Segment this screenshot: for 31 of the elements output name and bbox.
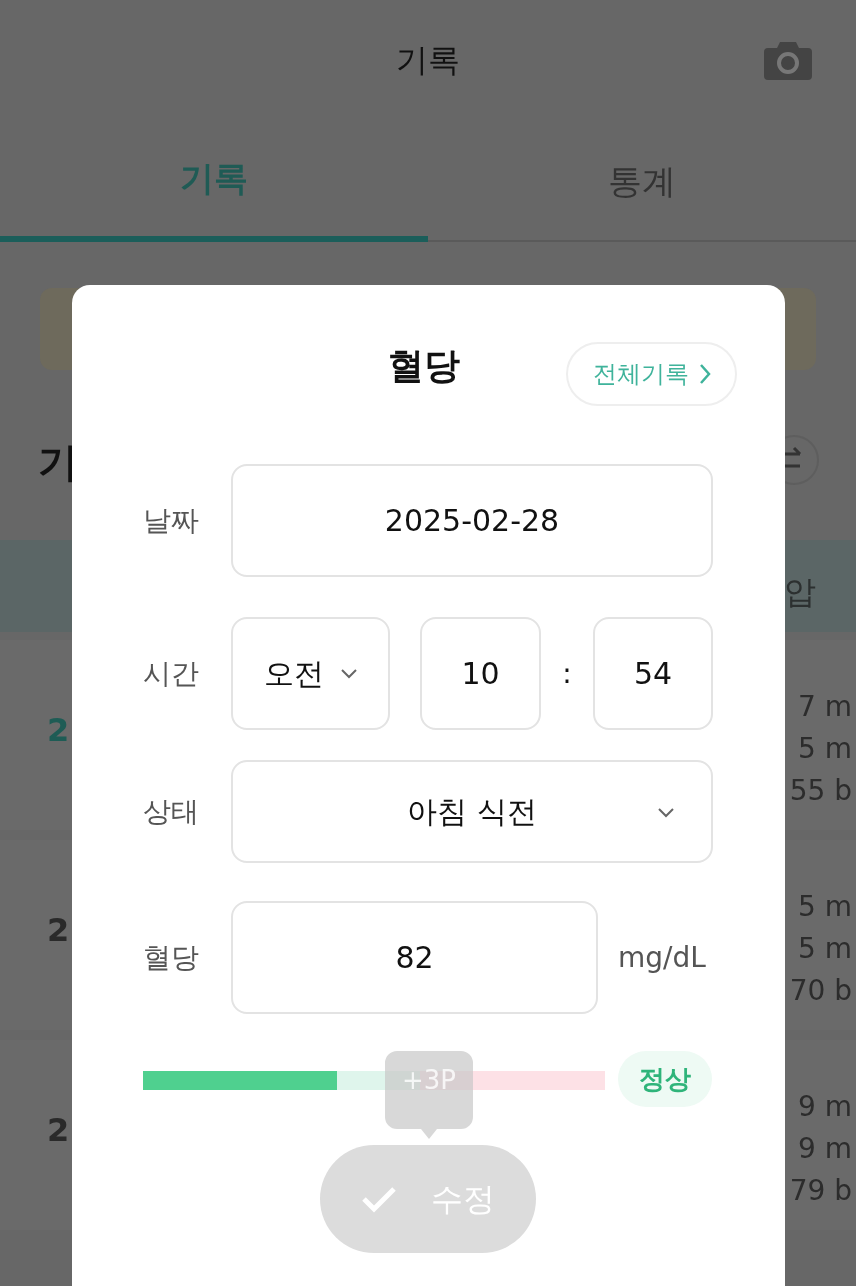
period-dropdown[interactable]: 오전 bbox=[231, 617, 390, 730]
check-icon bbox=[361, 1185, 397, 1213]
dialog-title: 혈당 bbox=[388, 344, 460, 388]
row-date: 2 bbox=[47, 710, 70, 751]
row-value: 9 m bbox=[798, 1089, 852, 1125]
field-label: 상태 bbox=[143, 793, 200, 830]
hour-field[interactable]: 10 bbox=[420, 617, 541, 730]
time-separator: : bbox=[561, 655, 573, 692]
row-value: 7 m bbox=[798, 689, 852, 725]
minute-field[interactable]: 54 bbox=[593, 617, 713, 730]
row-value: 5 m bbox=[798, 889, 852, 925]
field-label: 혈당 bbox=[143, 939, 200, 976]
row-value: 79 b bbox=[789, 1173, 852, 1209]
chevron-right-icon bbox=[698, 363, 711, 385]
row-value: 5 m bbox=[798, 731, 852, 767]
field-label: 시간 bbox=[143, 655, 200, 692]
app-title: 기록 bbox=[396, 40, 460, 81]
row-value: 5 m bbox=[798, 931, 852, 967]
unit-label: mg/dL bbox=[618, 939, 706, 976]
chevron-down-icon bbox=[657, 807, 675, 818]
glucose-field[interactable]: 82 bbox=[231, 901, 598, 1014]
section-heading: 기 bbox=[38, 438, 78, 487]
date-field[interactable]: 2025-02-28 bbox=[231, 464, 713, 577]
row-date: 2 bbox=[47, 1110, 70, 1151]
row-value: 55 b bbox=[789, 773, 852, 809]
state-dropdown[interactable]: 아침 식전 bbox=[231, 760, 713, 863]
field-label: 날짜 bbox=[143, 502, 200, 539]
row-value: 70 b bbox=[789, 973, 852, 1009]
row-date: 2 bbox=[47, 910, 70, 951]
row-value: 9 m bbox=[798, 1131, 852, 1167]
chevron-down-icon bbox=[339, 668, 358, 679]
